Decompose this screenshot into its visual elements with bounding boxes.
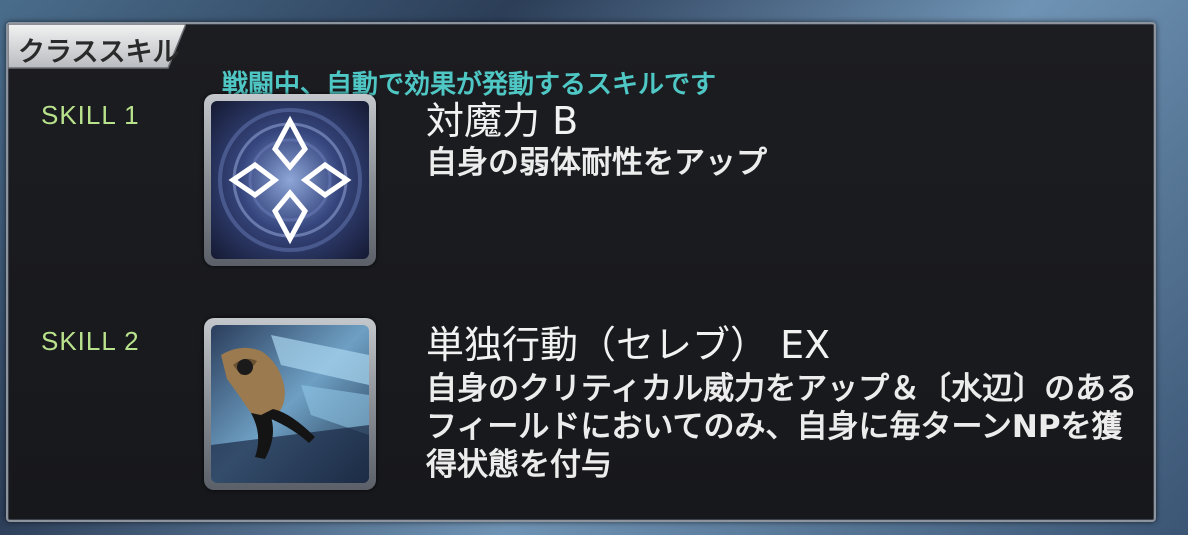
independent-action-icon [211,325,369,483]
skill-2-description: 自身のクリティカル威力をアップ＆〔水辺〕のあるフィールドにおいてのみ、自身に毎タ… [426,371,1138,483]
skill-1-name: 対魔力 B [426,99,579,143]
skill-2-label: SKILL 2 [41,326,140,356]
class-skills-panel: クラススキル 戦闘中、自動で効果が発動するスキルです SKILL 1 対魔力 B… [6,22,1156,522]
skill-2-icon-frame[interactable] [204,318,376,490]
magic-resistance-icon [211,101,369,259]
skill-1-description: 自身の弱体耐性をアップ [426,145,767,181]
skill-1-label: SKILL 1 [41,100,140,130]
skill-1-icon-frame[interactable] [204,94,376,266]
section-tab: クラススキル [8,24,186,70]
tab-label: クラススキル [18,37,180,68]
skill-2-name: 単独行動（セレブ） EX [426,323,831,367]
